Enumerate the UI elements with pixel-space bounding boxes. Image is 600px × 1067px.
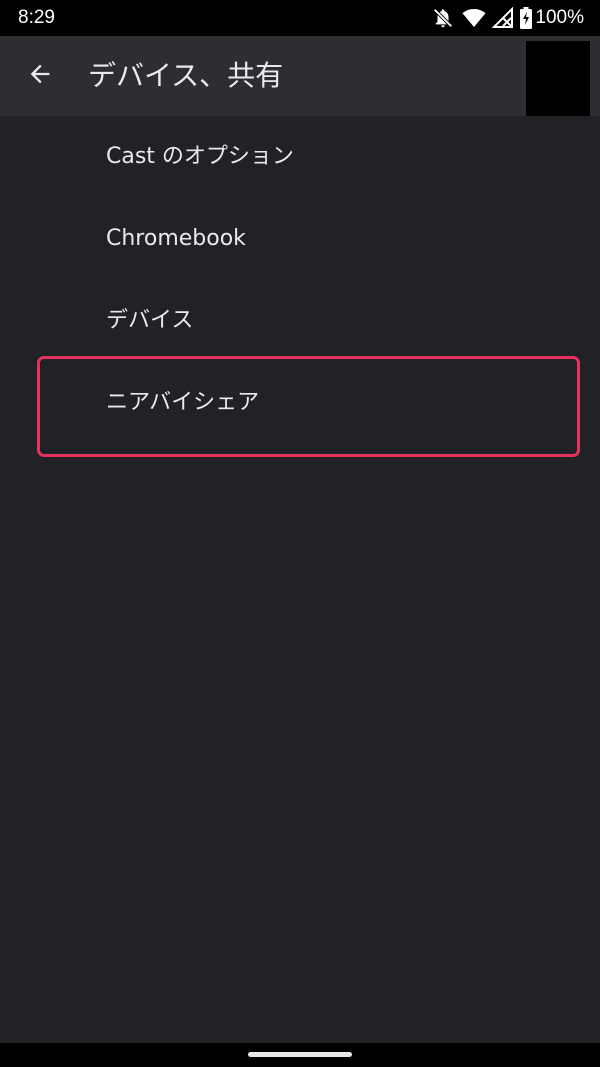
list-item-cast-options[interactable]: Cast のオプション: [0, 116, 600, 198]
back-button[interactable]: [18, 54, 62, 98]
status-time: 8:29: [18, 7, 55, 28]
status-icons: 100%: [432, 5, 584, 31]
settings-list: Cast のオプション Chromebook デバイス ニアバイシェア: [0, 116, 600, 444]
list-item-nearby-share[interactable]: ニアバイシェア: [0, 362, 600, 444]
notifications-off-icon: [432, 7, 454, 29]
app-bar: デバイス、共有: [0, 36, 600, 116]
status-bar: 8:29 100%: [0, 0, 600, 36]
home-gesture-handle[interactable]: [248, 1052, 352, 1057]
wifi-icon: [462, 8, 486, 28]
list-item-chromebook[interactable]: Chromebook: [0, 198, 600, 280]
battery-percent: 100%: [535, 7, 584, 28]
list-item-label: ニアバイシェア: [106, 390, 260, 415]
arrow-back-icon: [26, 60, 54, 92]
list-item-label: Chromebook: [106, 226, 246, 251]
navigation-bar: [0, 1043, 600, 1067]
page-title: デバイス、共有: [88, 59, 284, 92]
list-item-devices[interactable]: デバイス: [0, 280, 600, 362]
list-item-label: Cast のオプション: [106, 144, 294, 169]
list-item-label: デバイス: [106, 308, 194, 333]
redacted-block: [526, 41, 590, 116]
settings-screen: 8:29 100% デバイス、共有 Cast のオプション Chromebook…: [0, 0, 600, 1067]
signal-no-data-icon: [492, 7, 514, 29]
battery-charging-icon: [520, 7, 533, 29]
